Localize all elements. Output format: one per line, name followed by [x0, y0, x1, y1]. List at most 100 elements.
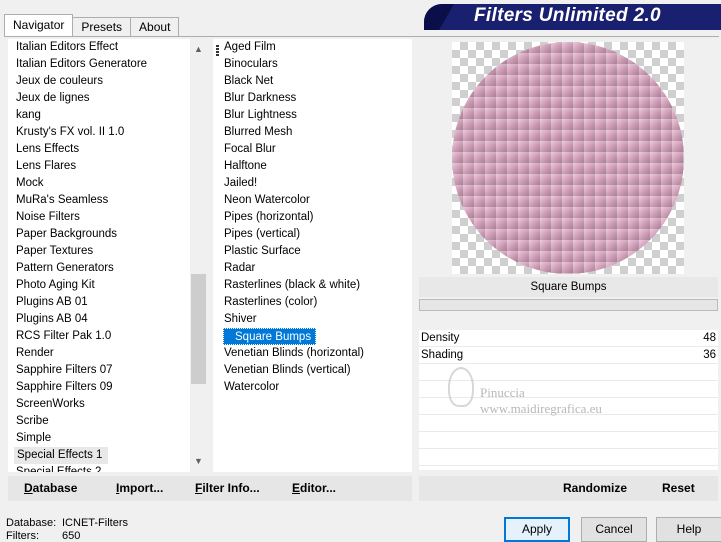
- param-value[interactable]: 48: [703, 330, 716, 347]
- filter-item[interactable]: Neon Watercolor: [213, 192, 412, 209]
- filter-item-selected[interactable]: Square Bumps: [223, 328, 317, 345]
- category-item[interactable]: Pattern Generators: [8, 260, 207, 277]
- param-row-empty: [419, 449, 718, 466]
- watermark-line1: Pinuccia: [480, 385, 525, 400]
- filters-count-value: 650: [62, 530, 81, 542]
- filter-item[interactable]: Blur Darkness: [213, 90, 412, 107]
- filter-item[interactable]: Radar: [213, 260, 412, 277]
- editor-button-accel: E: [292, 481, 301, 495]
- app-banner: Filters Unlimited 2.0: [424, 4, 721, 30]
- category-item[interactable]: Scribe: [8, 413, 207, 430]
- category-item[interactable]: Plugins AB 04: [8, 311, 207, 328]
- tab-about[interactable]: About: [130, 17, 180, 36]
- filter-item[interactable]: Focal Blur: [213, 141, 412, 158]
- help-button[interactable]: Help: [656, 517, 721, 542]
- import-button-text: mport...: [119, 481, 164, 495]
- database-button-accel: D: [24, 481, 33, 495]
- tab-presets[interactable]: Presets: [72, 17, 132, 36]
- category-item[interactable]: Sapphire Filters 07: [8, 362, 207, 379]
- watermark-line2: www.maidiregrafica.eu: [480, 401, 602, 416]
- database-label: Database:: [6, 517, 57, 529]
- filter-item[interactable]: Shiver: [213, 311, 412, 328]
- filter-item[interactable]: Jailed!: [213, 175, 412, 192]
- category-item[interactable]: Jeux de lignes: [8, 90, 207, 107]
- category-item[interactable]: Plugins AB 01: [8, 294, 207, 311]
- scroll-up-icon[interactable]: ▲: [190, 41, 207, 58]
- category-item[interactable]: Noise Filters: [8, 209, 207, 226]
- filter-item[interactable]: Rasterlines (black & white): [213, 277, 412, 294]
- database-value: ICNET-Filters: [62, 517, 128, 529]
- filter-item[interactable]: Pipes (horizontal): [213, 209, 412, 226]
- category-item[interactable]: Italian Editors Effect: [8, 39, 207, 56]
- filter-item[interactable]: Rasterlines (color): [213, 294, 412, 311]
- param-label: Shading: [421, 349, 464, 361]
- param-row-shading[interactable]: Shading 36: [419, 347, 718, 364]
- param-row-empty: [419, 415, 718, 432]
- filter-item[interactable]: Plastic Surface: [213, 243, 412, 260]
- filter-name-label: Square Bumps: [419, 277, 718, 297]
- scroll-thumb[interactable]: [191, 274, 206, 384]
- filter-item[interactable]: Halftone: [213, 158, 412, 175]
- filter-item[interactable]: Blurred Mesh: [213, 124, 412, 141]
- param-value[interactable]: 36: [703, 347, 716, 364]
- cancel-button[interactable]: Cancel: [581, 517, 647, 542]
- category-item[interactable]: Krusty's FX vol. II 1.0: [8, 124, 207, 141]
- category-item[interactable]: Photo Aging Kit: [8, 277, 207, 294]
- param-label: Density: [421, 332, 460, 344]
- preview-canvas: [452, 42, 684, 274]
- filter-list[interactable]: Aged Film Binoculars Black Net Blur Dark…: [213, 39, 412, 472]
- category-item[interactable]: RCS Filter Pak 1.0: [8, 328, 207, 345]
- param-row-empty: [419, 432, 718, 449]
- category-item[interactable]: Special Effects 1: [14, 447, 109, 464]
- category-item[interactable]: Paper Textures: [8, 243, 207, 260]
- category-item[interactable]: Sapphire Filters 09: [8, 379, 207, 396]
- filter-item-selected-row: Square Bumps: [213, 328, 412, 345]
- progress-bar: [419, 299, 718, 311]
- category-item[interactable]: Italian Editors Generatore: [8, 56, 207, 73]
- database-button[interactable]: Database: [24, 476, 77, 501]
- category-scrollbar[interactable]: ▲ ▼: [190, 39, 207, 472]
- category-item[interactable]: Paper Backgrounds: [8, 226, 207, 243]
- category-item[interactable]: Special Effects 2: [8, 464, 207, 472]
- database-button-text: atabase: [32, 481, 78, 495]
- filter-item[interactable]: Watercolor: [213, 379, 412, 396]
- category-item[interactable]: Simple: [8, 430, 207, 447]
- param-row-density[interactable]: Density 48: [419, 330, 718, 347]
- editor-button[interactable]: Editor...: [292, 476, 336, 501]
- tab-strip: Navigator Presets About: [4, 14, 180, 36]
- filter-item[interactable]: Venetian Blinds (vertical): [213, 362, 412, 379]
- category-item[interactable]: Jeux de couleurs: [8, 73, 207, 90]
- category-item[interactable]: ScreenWorks: [8, 396, 207, 413]
- watermark: Pinuccia www.maidiregrafica.eu: [480, 385, 602, 417]
- watermark-logo-icon: [448, 367, 474, 407]
- preview-image: [452, 42, 684, 274]
- reset-button[interactable]: Reset: [662, 476, 695, 501]
- randomize-button[interactable]: Randomize: [563, 476, 627, 501]
- left-button-bar: Database Import... Filter Info... Editor…: [8, 476, 412, 501]
- editor-button-text: ditor...: [300, 481, 337, 495]
- filter-item[interactable]: Aged Film: [213, 39, 412, 56]
- database-info: Database: ICNET-Filters Filters: 650: [6, 517, 128, 542]
- filters-count-label: Filters:: [6, 530, 39, 542]
- import-button[interactable]: Import...: [116, 476, 163, 501]
- filter-item[interactable]: Black Net: [213, 73, 412, 90]
- app-title: Filters Unlimited 2.0: [474, 5, 661, 26]
- tab-navigator[interactable]: Navigator: [4, 14, 74, 36]
- filter-info-button[interactable]: Filter Info...: [195, 476, 260, 501]
- category-item[interactable]: Lens Effects: [8, 141, 207, 158]
- filter-marker-icon: [216, 45, 219, 56]
- category-item[interactable]: kang: [8, 107, 207, 124]
- scroll-down-icon[interactable]: ▼: [190, 453, 207, 470]
- filter-info-button-text: ilter Info...: [202, 481, 260, 495]
- category-item[interactable]: Mock: [8, 175, 207, 192]
- category-item[interactable]: MuRa's Seamless: [8, 192, 207, 209]
- apply-button[interactable]: Apply: [504, 517, 570, 542]
- filter-item[interactable]: Binoculars: [213, 56, 412, 73]
- category-list[interactable]: Italian Editors Effect Italian Editors G…: [8, 39, 207, 472]
- filter-item[interactable]: Blur Lightness: [213, 107, 412, 124]
- filter-item[interactable]: Pipes (vertical): [213, 226, 412, 243]
- category-item[interactable]: Lens Flares: [8, 158, 207, 175]
- filter-item[interactable]: Venetian Blinds (horizontal): [213, 345, 412, 362]
- category-item[interactable]: Render: [8, 345, 207, 362]
- right-button-bar: Randomize Reset: [419, 476, 718, 501]
